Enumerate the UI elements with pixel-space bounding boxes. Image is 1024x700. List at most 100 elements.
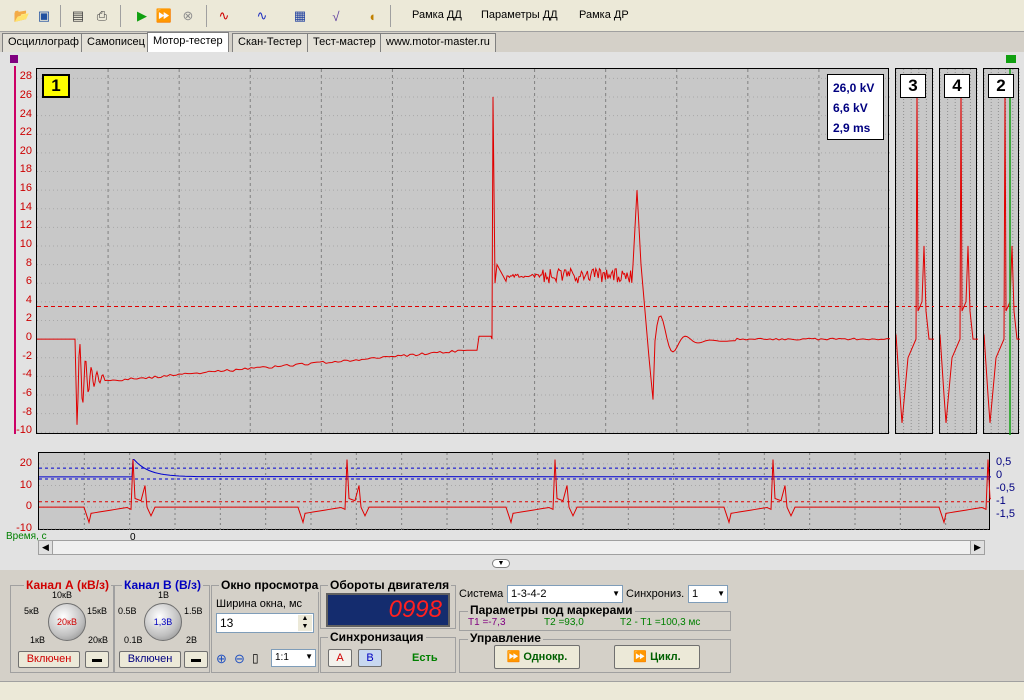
cylinder-2-plot[interactable] xyxy=(983,68,1019,434)
marker-t2: T2 =93,0 xyxy=(544,617,584,628)
channel-a-enable-button[interactable]: Включен xyxy=(18,651,80,668)
marker-left-icon[interactable] xyxy=(10,55,18,63)
sync-title: Синхронизация xyxy=(328,630,426,644)
chevron-down-icon: ▼ xyxy=(717,589,725,598)
play-icon[interactable]: ▶ xyxy=(132,6,152,26)
sync-cyl-select[interactable]: 1 ▼ xyxy=(688,585,728,603)
width-spinner-icon[interactable]: ▲ ▼ xyxy=(298,615,312,631)
play-fast-icon[interactable]: ⏩ xyxy=(154,6,174,26)
sub-y-tick-right: 0,5 xyxy=(996,456,1011,468)
y-axis: 28 26 24 22 20 18 16 14 12 10 8 6 4 2 0 -2 -4 -6 -8 -10 xyxy=(0,68,36,434)
window-width-input[interactable]: 13 ▲ ▼ xyxy=(216,613,314,633)
channel-b-settings-icon[interactable]: ▬ xyxy=(184,651,208,668)
cylinder-3-label: 3 xyxy=(900,74,926,98)
channel-a-label-top: 10кВ xyxy=(52,590,72,600)
window-width-value: 13 xyxy=(220,616,233,630)
view-window-title: Окно просмотра xyxy=(219,578,320,592)
zoom-in-icon[interactable]: ⊕ xyxy=(216,651,227,667)
y-tick-label: -2 xyxy=(22,350,32,362)
single-run-button[interactable]: ⏩ Однокр. xyxy=(494,645,580,669)
channel-b-knob[interactable]: 1,3В xyxy=(144,603,182,641)
tab-bar: Осциллограф Самописец Мотор-тестер Скан-… xyxy=(0,32,1024,52)
toolbar: 📂 ▣ ▤ ⎙ ▶ ⏩ ⊗ ∿ ∿ ▦ √ ◖ Рамка ДД Парамет… xyxy=(0,0,1024,32)
y-tick-label: 6 xyxy=(26,275,32,287)
channel-a-label-br: 20кВ xyxy=(88,635,108,645)
waveform-a-icon[interactable]: ∿ xyxy=(214,6,234,26)
page-icon[interactable]: ▯ xyxy=(252,651,259,665)
calculator-icon[interactable]: ▦ xyxy=(290,6,310,26)
control-title: Управление xyxy=(468,631,543,645)
sub-y-tick-right: -1,5 xyxy=(996,508,1015,520)
stop-icon[interactable]: ⊗ xyxy=(178,6,198,26)
chevron-down-icon: ▼ xyxy=(305,652,313,661)
sync-cyl-label: Синхрониз. xyxy=(626,588,684,600)
system-value: 1-3-4-2 xyxy=(511,588,546,600)
speaker-icon[interactable]: ◖ xyxy=(362,6,382,26)
tab-recorder[interactable]: Самописец xyxy=(81,33,151,52)
zoom-out-icon[interactable]: ⊖ xyxy=(234,651,245,667)
window-width-label: Ширина окна, мс xyxy=(216,598,302,610)
waveform-b-icon[interactable]: ∿ xyxy=(252,6,272,26)
open-icon[interactable]: 📂 xyxy=(12,6,32,26)
marker-right-icon[interactable] xyxy=(1006,55,1016,63)
horizontal-scrollbar[interactable]: ◀ ▶ xyxy=(38,540,985,555)
collapse-icon[interactable]: ▼ xyxy=(492,559,510,568)
y-tick-label: 16 xyxy=(20,182,32,194)
zoom-select[interactable]: 1:1 ▼ xyxy=(271,649,316,667)
voltage-readout: 26,0 kV 6,6 kV 2,9 ms xyxy=(827,74,884,140)
system-select[interactable]: 1-3-4-2 ▼ xyxy=(507,585,623,603)
sqrt-icon[interactable]: √ xyxy=(326,6,346,26)
sub-y-tick-left: 20 xyxy=(20,457,32,469)
tab-test-master[interactable]: Тест-мастер xyxy=(307,33,382,52)
print-icon[interactable]: ⎙ xyxy=(92,6,112,26)
play-fast-icon: ⏩ xyxy=(633,651,647,663)
frame-dd-button[interactable]: Рамка ДД xyxy=(412,9,462,21)
sub-y-tick-left: 10 xyxy=(20,479,32,491)
cylinder-3-plot[interactable] xyxy=(895,68,933,434)
single-run-label: Однокр. xyxy=(523,651,567,663)
tab-scan-tester[interactable]: Скан-Тестер xyxy=(232,33,308,52)
y-tick-label: 18 xyxy=(20,163,32,175)
sub-y-tick-right: -0,5 xyxy=(996,482,1015,494)
channel-a-label-bl: 1кВ xyxy=(30,635,45,645)
sync-b-button[interactable]: B xyxy=(358,649,382,667)
channel-b-label-top: 1В xyxy=(158,590,169,600)
sub-y-axis-left: 20 10 0 -10 xyxy=(0,452,38,532)
marker-t1: T1 =-7,3 xyxy=(468,617,506,628)
cycle-run-label: Цикл. xyxy=(650,651,680,663)
y-tick-label: 12 xyxy=(20,219,32,231)
channel-a-knob[interactable]: 20кВ xyxy=(48,603,86,641)
readout-peak: 26,0 kV xyxy=(833,78,883,98)
y-tick-label: 24 xyxy=(20,108,32,120)
y-tick-label: 10 xyxy=(20,238,32,250)
sync-a-button[interactable]: A xyxy=(328,649,352,667)
readout-burn: 6,6 kV xyxy=(833,98,883,118)
marker-diff: T2 - T1 =100,3 мс xyxy=(620,617,700,628)
scroll-right-icon[interactable]: ▶ xyxy=(970,541,984,554)
readout-time: 2,9 ms xyxy=(833,118,883,138)
main-plot[interactable] xyxy=(36,68,889,434)
cylinder-4-plot[interactable] xyxy=(939,68,977,434)
tab-motor-tester[interactable]: Мотор-тестер xyxy=(147,32,229,52)
tab-oscilloscope[interactable]: Осциллограф xyxy=(2,33,85,52)
channel-b-label-left: 0.5В xyxy=(118,606,137,616)
params-dd-button[interactable]: Параметры ДД xyxy=(481,9,558,21)
channel-a-label-right: 15кВ xyxy=(87,606,107,616)
cycle-run-button[interactable]: ⏩ Цикл. xyxy=(614,645,700,669)
tab-website[interactable]: www.motor-master.ru xyxy=(380,33,496,52)
scroll-left-icon[interactable]: ◀ xyxy=(39,541,53,554)
y-tick-label: 0 xyxy=(26,331,32,343)
channel-a-settings-icon[interactable]: ▬ xyxy=(85,651,109,668)
cylinder-2-label: 2 xyxy=(988,74,1014,98)
main-plot-svg xyxy=(37,69,890,435)
channel-b-label-right: 1.5В xyxy=(184,606,203,616)
markers-title: Параметры под маркерами xyxy=(468,603,635,617)
save-icon[interactable]: ▣ xyxy=(34,6,54,26)
y-tick-label: 8 xyxy=(26,257,32,269)
sync-cyl-value: 1 xyxy=(692,588,698,600)
print-preview-icon[interactable]: ▤ xyxy=(68,6,88,26)
frame-dr-button[interactable]: Рамка ДР xyxy=(579,9,629,21)
sub-plot[interactable] xyxy=(38,452,990,530)
y-tick-label: 20 xyxy=(20,145,32,157)
channel-b-enable-button[interactable]: Включен xyxy=(119,651,181,668)
